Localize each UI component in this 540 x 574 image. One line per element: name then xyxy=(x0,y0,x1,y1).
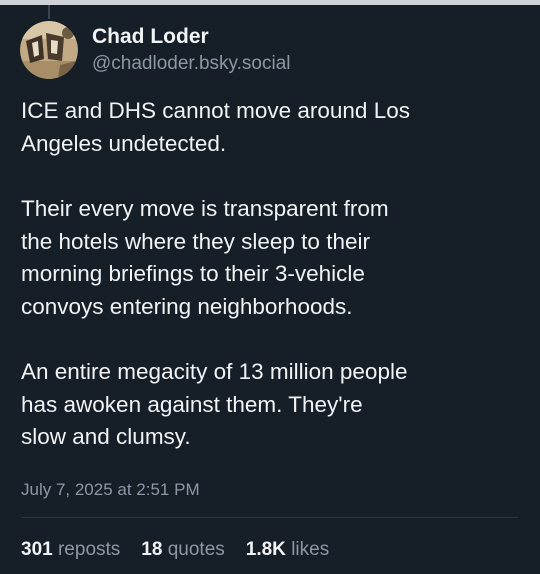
post-paragraph: An entire megacity of 13 million people … xyxy=(21,359,408,449)
post-header: Chad Loder @chadloder.bsky.social xyxy=(20,20,290,80)
post-stats: 301 reposts 18 quotes 1.8K likes xyxy=(21,537,350,563)
likes-count: 1.8K xyxy=(245,539,286,560)
post-paragraph: ICE and DHS cannot move around Los Angel… xyxy=(21,98,410,156)
reposts-count: 301 xyxy=(21,539,53,560)
reposts-label: reposts xyxy=(57,539,121,560)
likes-stat[interactable]: 1.8K likes xyxy=(246,537,329,563)
post-paragraph: Their every move is transparent from the… xyxy=(21,196,389,319)
post-timestamp[interactable]: July 7, 2025 at 2:51 PM xyxy=(21,478,200,502)
quotes-label: quotes xyxy=(167,539,225,560)
likes-label: likes xyxy=(291,539,330,560)
author-display-name[interactable]: Chad Loder xyxy=(92,24,290,50)
stats-divider xyxy=(21,517,518,518)
thread-connector-line xyxy=(48,5,50,19)
avatar[interactable] xyxy=(20,21,78,79)
avatar-image-icon xyxy=(20,21,78,79)
top-edge-strip xyxy=(0,0,540,5)
post-screen: Chad Loder @chadloder.bsky.social ICE an… xyxy=(0,0,540,574)
author-handle[interactable]: @chadloder.bsky.social xyxy=(92,51,290,77)
reposts-stat[interactable]: 301 reposts xyxy=(21,537,120,563)
post-text: ICE and DHS cannot move around Los Angel… xyxy=(21,95,526,487)
quotes-count: 18 xyxy=(141,539,163,560)
author-identity: Chad Loder @chadloder.bsky.social xyxy=(92,24,290,77)
quotes-stat[interactable]: 18 quotes xyxy=(141,537,224,563)
